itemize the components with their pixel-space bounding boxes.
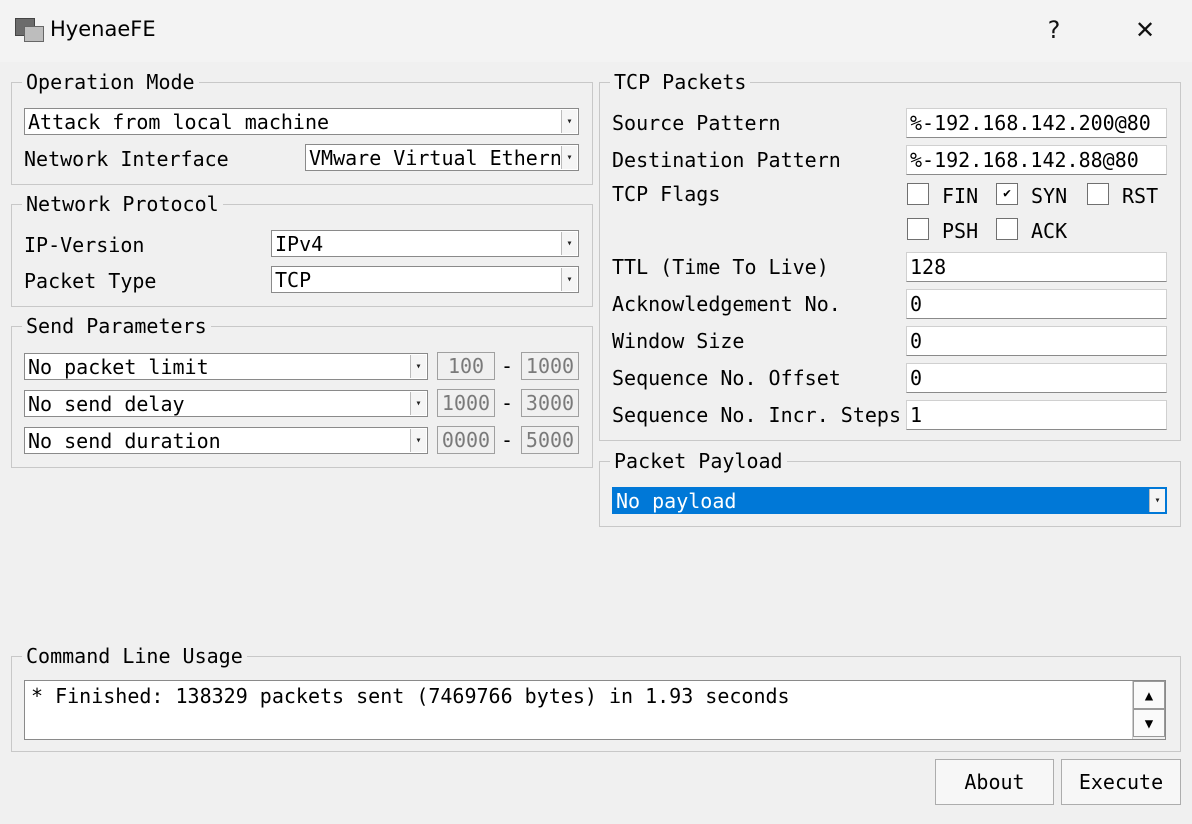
ack-checkbox[interactable] [996, 218, 1018, 240]
acknowledgement-input[interactable]: 0 [906, 289, 1167, 319]
command-output-textarea[interactable]: * Finished: 138329 packets sent (7469766… [24, 680, 1166, 740]
send-parameters-label: Send Parameters [22, 313, 211, 339]
syn-checkbox[interactable]: ✔ [996, 183, 1018, 205]
title-bar: HyenaeFE ? ✕ [0, 0, 1192, 62]
chevron-down-icon: ▾ [410, 392, 426, 415]
packet-limit-select[interactable]: No packet limit ▾ [24, 353, 428, 380]
destination-pattern-label: Destination Pattern [612, 148, 841, 172]
network-interface-select[interactable]: VMware Virtual Ethern ▾ [305, 144, 579, 171]
chevron-down-icon: ▾ [561, 268, 577, 291]
chevron-down-icon: ▾ [410, 429, 426, 452]
ip-version-value: IPv4 [275, 232, 324, 256]
range-separator: - [501, 391, 514, 415]
rst-label: RST [1122, 184, 1159, 208]
execute-button[interactable]: Execute [1061, 759, 1181, 805]
tcp-packets-group: TCP Packets Source Pattern %-192.168.142… [599, 69, 1181, 441]
packet-limit-value: No packet limit [28, 355, 209, 379]
psh-label: PSH [942, 219, 979, 243]
sequence-incr-label: Sequence No. Incr. Steps [612, 403, 901, 427]
fin-checkbox[interactable] [907, 183, 929, 205]
send-duration-value: No send duration [28, 429, 221, 453]
sequence-offset-input[interactable]: 0 [906, 363, 1167, 393]
send-delay-min-input[interactable]: 1000 [437, 389, 495, 417]
checkmark-icon: ✔ [1003, 186, 1011, 201]
send-parameters-group: Send Parameters No packet limit ▾ 100 - … [11, 313, 593, 468]
operation-mode-label: Operation Mode [22, 69, 199, 95]
ack-label: ACK [1031, 219, 1068, 243]
tcp-flags-label: TCP Flags [612, 182, 721, 206]
fin-label: FIN [942, 184, 979, 208]
window-size-label: Window Size [612, 329, 745, 353]
range-separator: - [501, 428, 514, 452]
tcp-packets-label: TCP Packets [610, 69, 751, 95]
packet-payload-label: Packet Payload [610, 448, 787, 474]
packet-payload-group: Packet Payload No payload ▾ [599, 448, 1181, 527]
ip-version-select[interactable]: IPv4 ▾ [271, 230, 579, 257]
packet-payload-select[interactable]: No payload ▾ [612, 487, 1167, 514]
send-delay-value: No send delay [28, 392, 185, 416]
command-line-label: Command Line Usage [22, 643, 247, 669]
send-delay-max-input[interactable]: 3000 [521, 389, 579, 417]
chevron-down-icon: ▾ [1149, 489, 1165, 512]
packet-type-value: TCP [275, 268, 312, 292]
send-delay-select[interactable]: No send delay ▾ [24, 390, 428, 417]
packet-type-select[interactable]: TCP ▾ [271, 266, 579, 293]
operation-mode-group: Operation Mode Attack from local machine… [11, 69, 593, 185]
app-icon [15, 18, 44, 42]
operation-mode-select[interactable]: Attack from local machine ▾ [24, 108, 579, 135]
close-button[interactable]: ✕ [1120, 12, 1170, 48]
sequence-offset-label: Sequence No. Offset [612, 366, 841, 390]
send-duration-select[interactable]: No send duration ▾ [24, 427, 428, 454]
range-separator: - [501, 354, 514, 378]
network-protocol-label: Network Protocol [22, 191, 223, 217]
command-output-text: * Finished: 138329 packets sent (7469766… [31, 684, 790, 708]
packet-limit-max-input[interactable]: 1000 [521, 352, 579, 380]
chevron-down-icon: ▾ [561, 232, 577, 255]
chevron-down-icon: ▾ [410, 355, 426, 378]
network-protocol-group: Network Protocol IP-Version IPv4 ▾ Packe… [11, 191, 593, 307]
chevron-down-icon: ▾ [561, 110, 577, 133]
scroll-up-icon[interactable]: ▲ [1133, 681, 1165, 709]
ttl-input[interactable]: 128 [906, 252, 1167, 282]
source-pattern-label: Source Pattern [612, 111, 781, 135]
source-pattern-input[interactable]: %-192.168.142.200@80 [906, 108, 1167, 138]
rst-checkbox[interactable] [1087, 183, 1109, 205]
window-size-input[interactable]: 0 [906, 326, 1167, 356]
psh-checkbox[interactable] [907, 218, 929, 240]
packet-type-label: Packet Type [24, 269, 157, 293]
network-interface-label: Network Interface [24, 147, 229, 171]
window-title: HyenaeFE [50, 17, 156, 41]
packet-payload-value: No payload [616, 489, 737, 513]
syn-label: SYN [1031, 184, 1068, 208]
help-button[interactable]: ? [1029, 12, 1079, 48]
ttl-label: TTL (Time To Live) [612, 255, 829, 279]
network-interface-value: VMware Virtual Ethern [309, 146, 560, 170]
about-button[interactable]: About [935, 759, 1054, 805]
send-duration-max-input[interactable]: 5000 [521, 426, 579, 454]
sequence-incr-input[interactable]: 1 [906, 400, 1167, 430]
operation-mode-value: Attack from local machine [28, 110, 330, 134]
send-duration-min-input[interactable]: 0000 [437, 426, 495, 454]
scroll-down-icon[interactable]: ▼ [1133, 709, 1165, 737]
scrollbar[interactable]: ▲ ▼ [1132, 681, 1165, 739]
destination-pattern-input[interactable]: %-192.168.142.88@80 [906, 145, 1167, 175]
acknowledgement-label: Acknowledgement No. [612, 292, 841, 316]
chevron-down-icon: ▾ [561, 146, 577, 169]
ip-version-label: IP-Version [24, 233, 145, 257]
packet-limit-min-input[interactable]: 100 [437, 352, 495, 380]
